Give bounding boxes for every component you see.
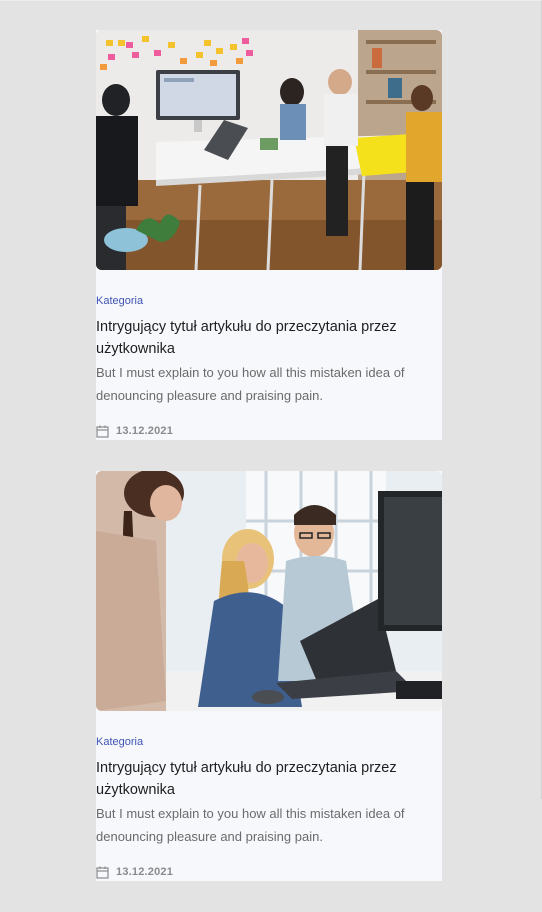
article-date: 13.12.2021 (116, 425, 174, 437)
article-card-body: Kategoria Intrygujący tytuł artykułu do … (96, 270, 442, 440)
article-image-office-laptop[interactable] (96, 471, 442, 711)
article-title[interactable]: Intrygujący tytuł artykułu do przeczytan… (96, 316, 442, 360)
office-laptop-photo (96, 471, 442, 711)
article-feed: Kategoria Intrygujący tytuł artykułu do … (96, 30, 442, 912)
article-meta: 13.12.2021 (96, 424, 442, 440)
article-excerpt: But I must explain to you how all this m… (96, 806, 405, 844)
article-title[interactable]: Intrygujący tytuł artykułu do przeczytan… (96, 757, 442, 801)
article-category-link[interactable]: Kategoria (96, 736, 143, 748)
article-category-link[interactable]: Kategoria (96, 295, 143, 307)
article-image-team-meeting[interactable] (96, 30, 442, 270)
article-card: Kategoria Intrygujący tytuł artykułu do … (96, 30, 442, 440)
calendar-icon (96, 425, 109, 438)
article-date: 13.12.2021 (116, 866, 174, 878)
article-card-body: Kategoria Intrygujący tytuł artykułu do … (96, 711, 442, 881)
article-card: Kategoria Intrygujący tytuł artykułu do … (96, 471, 442, 881)
article-excerpt: But I must explain to you how all this m… (96, 365, 405, 403)
team-meeting-photo (96, 30, 442, 270)
calendar-icon (96, 866, 109, 879)
article-meta: 13.12.2021 (96, 865, 442, 881)
